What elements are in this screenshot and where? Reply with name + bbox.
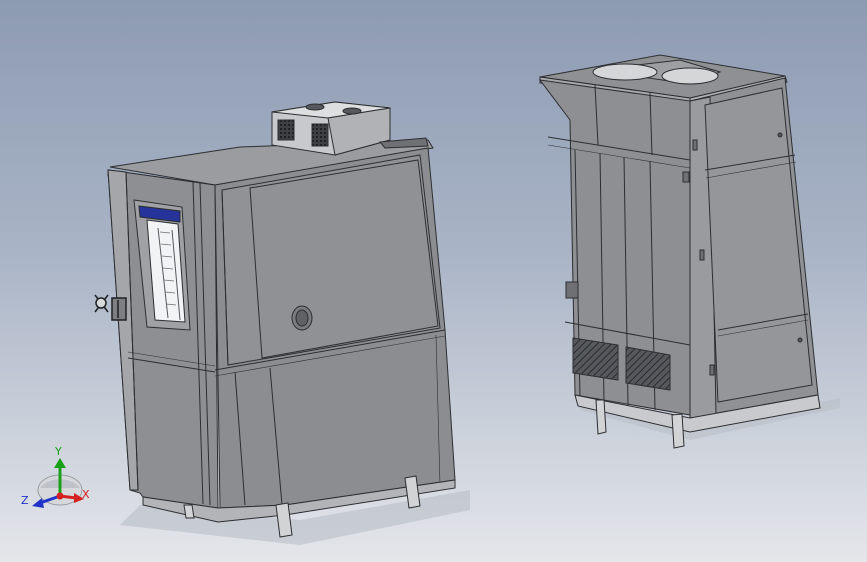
y-axis-label: Y	[54, 445, 62, 458]
cabinet-vent-left	[572, 337, 619, 381]
cad-scene: Y X Z	[21, 54, 840, 545]
chamber-top-unit	[271, 101, 429, 156]
cabinet-door-panel	[704, 87, 813, 403]
refrigeration-cabinet	[538, 54, 840, 449]
x-axis-label: X	[82, 488, 90, 501]
cabinet-top-opening-1	[592, 63, 658, 81]
top-unit-vent-right	[311, 123, 329, 147]
test-chamber	[94, 101, 470, 545]
coordinate-triad[interactable]: Y X Z	[21, 445, 90, 508]
chamber-foot-1	[183, 504, 195, 519]
z-axis-label: Z	[21, 494, 29, 507]
cabinet-latch	[565, 281, 579, 299]
cabinet-foot-2	[671, 413, 685, 449]
cabinet-vent-right	[625, 346, 671, 391]
cad-viewport[interactable]: Y X Z	[0, 0, 867, 562]
cabinet-foot-1	[595, 399, 607, 435]
chamber-door-handle	[94, 294, 127, 321]
top-unit-vent-left	[277, 119, 295, 141]
cabinet-top-opening-2	[661, 67, 719, 85]
